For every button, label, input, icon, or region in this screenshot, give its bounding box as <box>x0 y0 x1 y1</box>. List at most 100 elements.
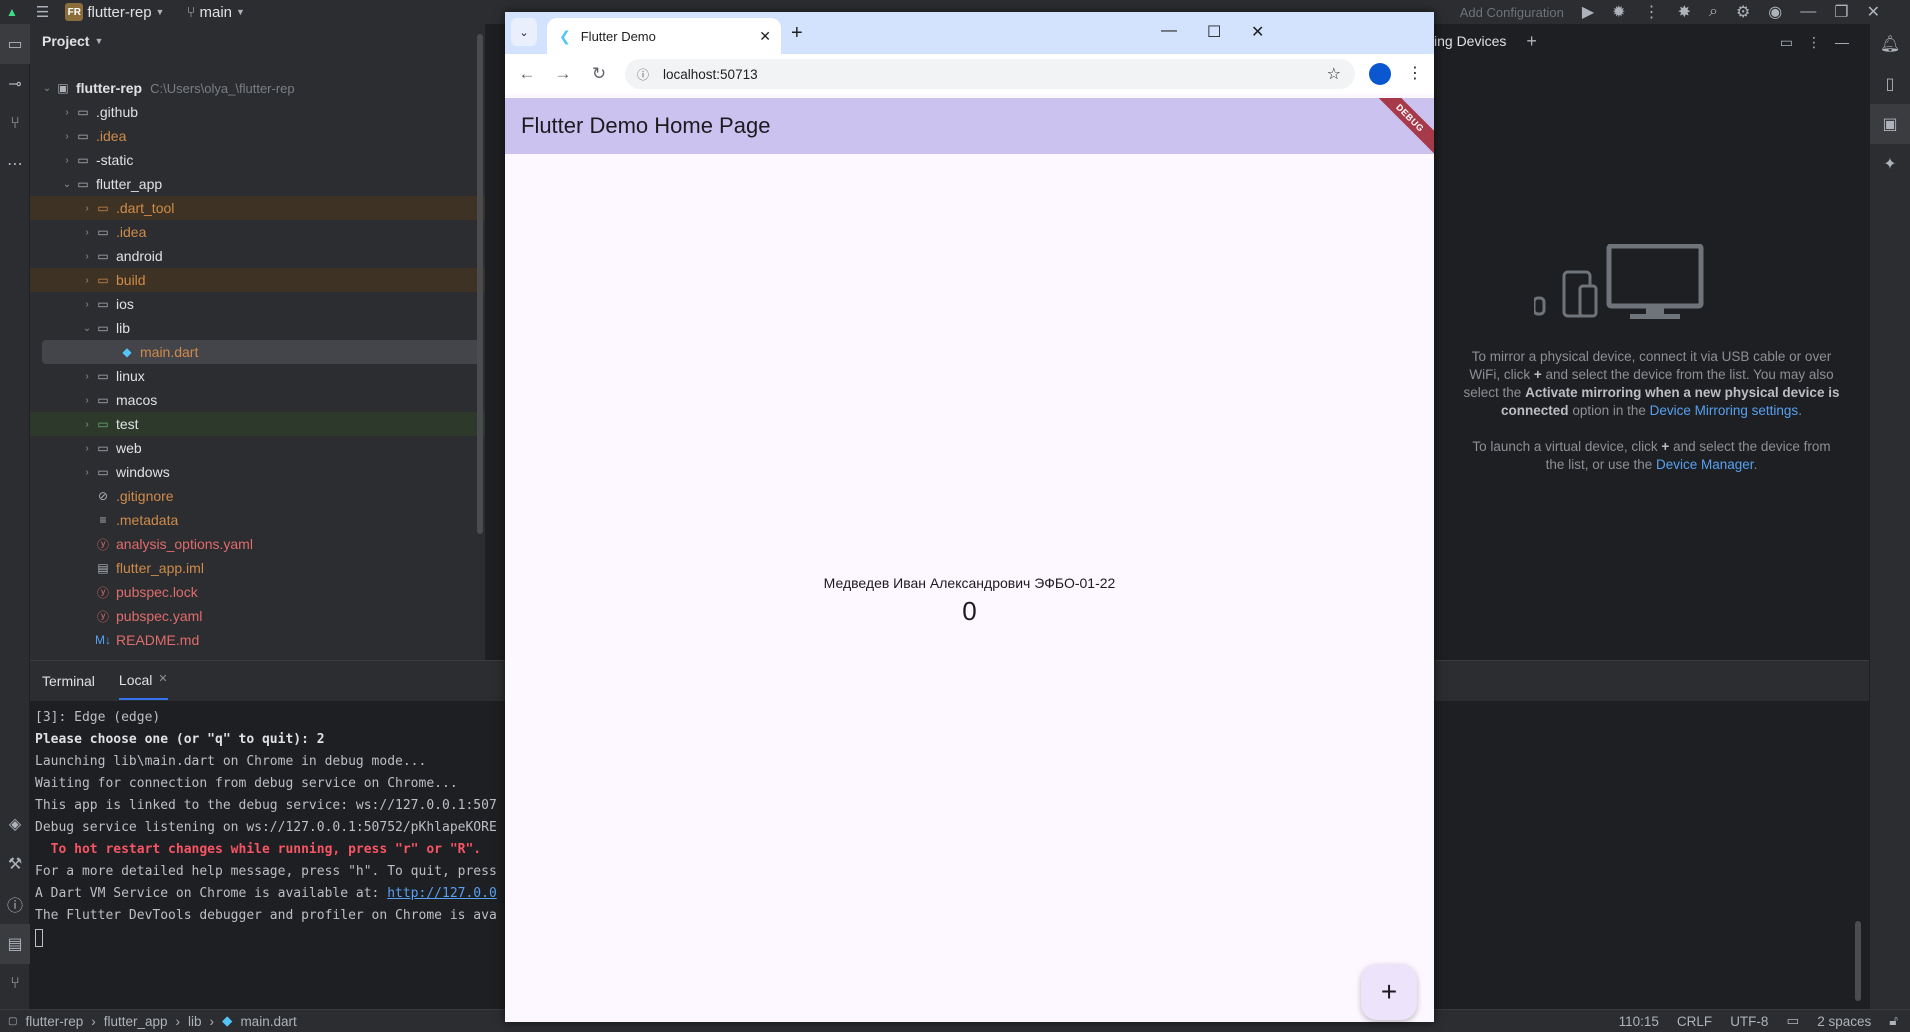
readonly-icon[interactable]: ▭ <box>1786 1013 1799 1029</box>
tree-item[interactable]: ⓨ pubspec.yaml <box>30 604 485 628</box>
app-body: Медведев Иван Александрович ЭФБО-01-22 0… <box>505 154 1434 1022</box>
add-device-icon[interactable]: + <box>1526 31 1537 52</box>
tab-local[interactable]: Local ✕ <box>118 662 168 700</box>
restore-icon[interactable]: ❐ <box>1834 2 1848 22</box>
tree-item[interactable]: › ▭ .dart_tool <box>30 196 485 220</box>
file-encoding[interactable]: UTF-8 <box>1730 1014 1768 1029</box>
markdown-file-icon: M↓ <box>95 633 111 647</box>
run-icon[interactable]: ▶ <box>1582 2 1594 22</box>
chevron-right-icon: › <box>85 442 89 454</box>
tree-item[interactable]: › ▭ test <box>30 412 485 436</box>
minimize-panel-icon[interactable]: — <box>1835 34 1849 51</box>
tree-item[interactable]: › ▭ .github <box>30 100 485 124</box>
tree-item[interactable]: ≡ .metadata <box>30 508 485 532</box>
project-folder-icon[interactable]: ▭ <box>0 24 30 64</box>
tree-item[interactable]: ▤ flutter_app.iml <box>30 556 485 580</box>
reload-icon[interactable]: ↻ <box>581 64 617 84</box>
debug-icon[interactable]: ✹ <box>1612 2 1625 22</box>
layout-icon[interactable]: ▭ <box>1780 34 1793 51</box>
device-manager-link[interactable]: Device Manager <box>1656 457 1754 472</box>
running-devices-icon[interactable]: ▣ <box>1870 104 1910 144</box>
tree-item-selected[interactable]: ◆ main.dart <box>42 340 480 364</box>
tree-item[interactable]: › ▭ linux <box>30 364 485 388</box>
breadcrumb-item[interactable]: flutter-rep <box>25 1014 83 1029</box>
indent-setting[interactable]: 2 spaces <box>1817 1014 1871 1029</box>
line-separator[interactable]: CRLF <box>1677 1014 1712 1029</box>
mirror-text-line: select the Activate mirroring when a new… <box>1434 384 1869 402</box>
tree-item[interactable]: M↓ README.md <box>30 628 485 652</box>
chrome-menu-icon[interactable]: ⋮ <box>1407 63 1423 83</box>
build-icon[interactable]: ⚒ <box>0 844 30 884</box>
close-icon[interactable]: ✕ <box>1867 2 1880 22</box>
tab-search-button[interactable]: ⌄ <box>511 18 537 46</box>
new-tab-button[interactable]: + <box>791 22 803 45</box>
project-panel-header[interactable]: Project ▼ <box>30 24 485 58</box>
terminal-icon[interactable]: ▤ <box>0 924 30 964</box>
close-window-icon[interactable]: ✕ <box>1251 22 1264 42</box>
search-icon[interactable]: ⌕ <box>1709 3 1718 21</box>
browser-tab[interactable]: ❮ Flutter Demo ✕ <box>547 18 781 54</box>
breadcrumb-item[interactable]: flutter_app <box>104 1014 168 1029</box>
commit-icon[interactable]: ⊸ <box>0 64 30 104</box>
tree-item[interactable]: ⌄ ▭ flutter_app <box>30 172 485 196</box>
more-tools-icon[interactable]: ⋯ <box>0 144 30 184</box>
breadcrumb-item[interactable]: main.dart <box>240 1014 296 1029</box>
increment-fab-button[interactable]: + <box>1361 964 1417 1020</box>
vm-service-link[interactable]: http://127.0.0 <box>387 886 497 901</box>
pull-requests-icon[interactable]: ⑂ <box>0 104 30 144</box>
close-tab-icon[interactable]: ✕ <box>759 28 771 45</box>
profile-avatar[interactable] <box>1369 63 1391 85</box>
chevron-right-icon: › <box>85 418 89 430</box>
minimize-icon[interactable]: — <box>1161 22 1177 40</box>
gem-icon[interactable]: ◈ <box>0 804 30 844</box>
tree-item[interactable]: › ▭ build <box>30 268 485 292</box>
address-bar[interactable]: ⓘ localhost:50713 ☆ <box>625 59 1355 89</box>
breadcrumb-item[interactable]: lib <box>188 1014 202 1029</box>
chevron-right-icon: › <box>85 394 89 406</box>
tree-item[interactable]: › ▭ macos <box>30 388 485 412</box>
tree-item[interactable]: › ▭ ios <box>30 292 485 316</box>
problems-icon[interactable]: ⓘ <box>0 884 30 924</box>
chevron-right-icon: › <box>175 1013 181 1029</box>
caret-position[interactable]: 110:15 <box>1619 1014 1659 1029</box>
tree-item[interactable]: › ▭ android <box>30 244 485 268</box>
run-config-label[interactable]: Add Configuration <box>1460 5 1564 20</box>
terminal-scrollbar[interactable] <box>1855 921 1861 1001</box>
tree-item[interactable]: ⊘ .gitignore <box>30 484 485 508</box>
notifications-icon[interactable]: 🔔︎ <box>1870 24 1910 64</box>
back-icon[interactable]: ← <box>509 64 545 84</box>
bookmark-star-icon[interactable]: ☆ <box>1327 64 1341 84</box>
tree-item-label: linux <box>116 368 145 384</box>
bug-icon[interactable]: ✸ <box>1678 2 1691 22</box>
device-mirroring-settings-link[interactable]: Device Mirroring settings <box>1650 403 1799 418</box>
tree-item[interactable]: › ▭ web <box>30 436 485 460</box>
more-icon[interactable]: ⋮ <box>1644 2 1660 22</box>
tree-item[interactable]: ⌄ ▭ lib <box>30 316 485 340</box>
device-manager-icon[interactable]: ▯ <box>1870 64 1910 104</box>
browser-tab-title: Flutter Demo <box>580 28 656 44</box>
tree-item[interactable]: › ▭ windows <box>30 460 485 484</box>
minimize-icon[interactable]: — <box>1800 3 1816 21</box>
site-info-icon[interactable]: ⓘ <box>637 66 649 83</box>
more-icon[interactable]: ⋮ <box>1807 34 1821 51</box>
plus-icon: + <box>1533 367 1542 382</box>
close-icon[interactable]: ✕ <box>158 672 167 688</box>
chevron-right-icon: › <box>85 274 89 286</box>
settings-icon[interactable]: ⚙ <box>1736 2 1750 22</box>
ai-assistant-icon[interactable]: ✦ <box>1870 144 1910 184</box>
project-scrollbar[interactable] <box>477 34 483 534</box>
project-selector[interactable]: FR flutter-rep ▼ <box>65 3 164 21</box>
tree-item[interactable]: › ▭ .idea <box>30 124 485 148</box>
lock-icon[interactable]: 🔓︎ <box>1889 1013 1898 1029</box>
tree-item[interactable]: › ▭ -static <box>30 148 485 172</box>
branch-selector[interactable]: ⑂ main ▼ <box>186 4 244 21</box>
git-icon[interactable]: ⑂ <box>0 964 30 1004</box>
tree-item[interactable]: ⓨ analysis_options.yaml <box>30 532 485 556</box>
account-icon[interactable]: ◉ <box>1768 2 1782 22</box>
tree-item[interactable]: ⓨ pubspec.lock <box>30 580 485 604</box>
forward-icon[interactable]: → <box>545 64 581 84</box>
tree-item[interactable]: › ▭ .idea <box>30 220 485 244</box>
tree-root[interactable]: ⌄ ▣ flutter-rep C:\Users\olya_\flutter-r… <box>30 76 485 100</box>
maximize-icon[interactable]: ☐ <box>1207 22 1221 42</box>
main-menu-icon[interactable]: ☰ <box>36 3 49 21</box>
